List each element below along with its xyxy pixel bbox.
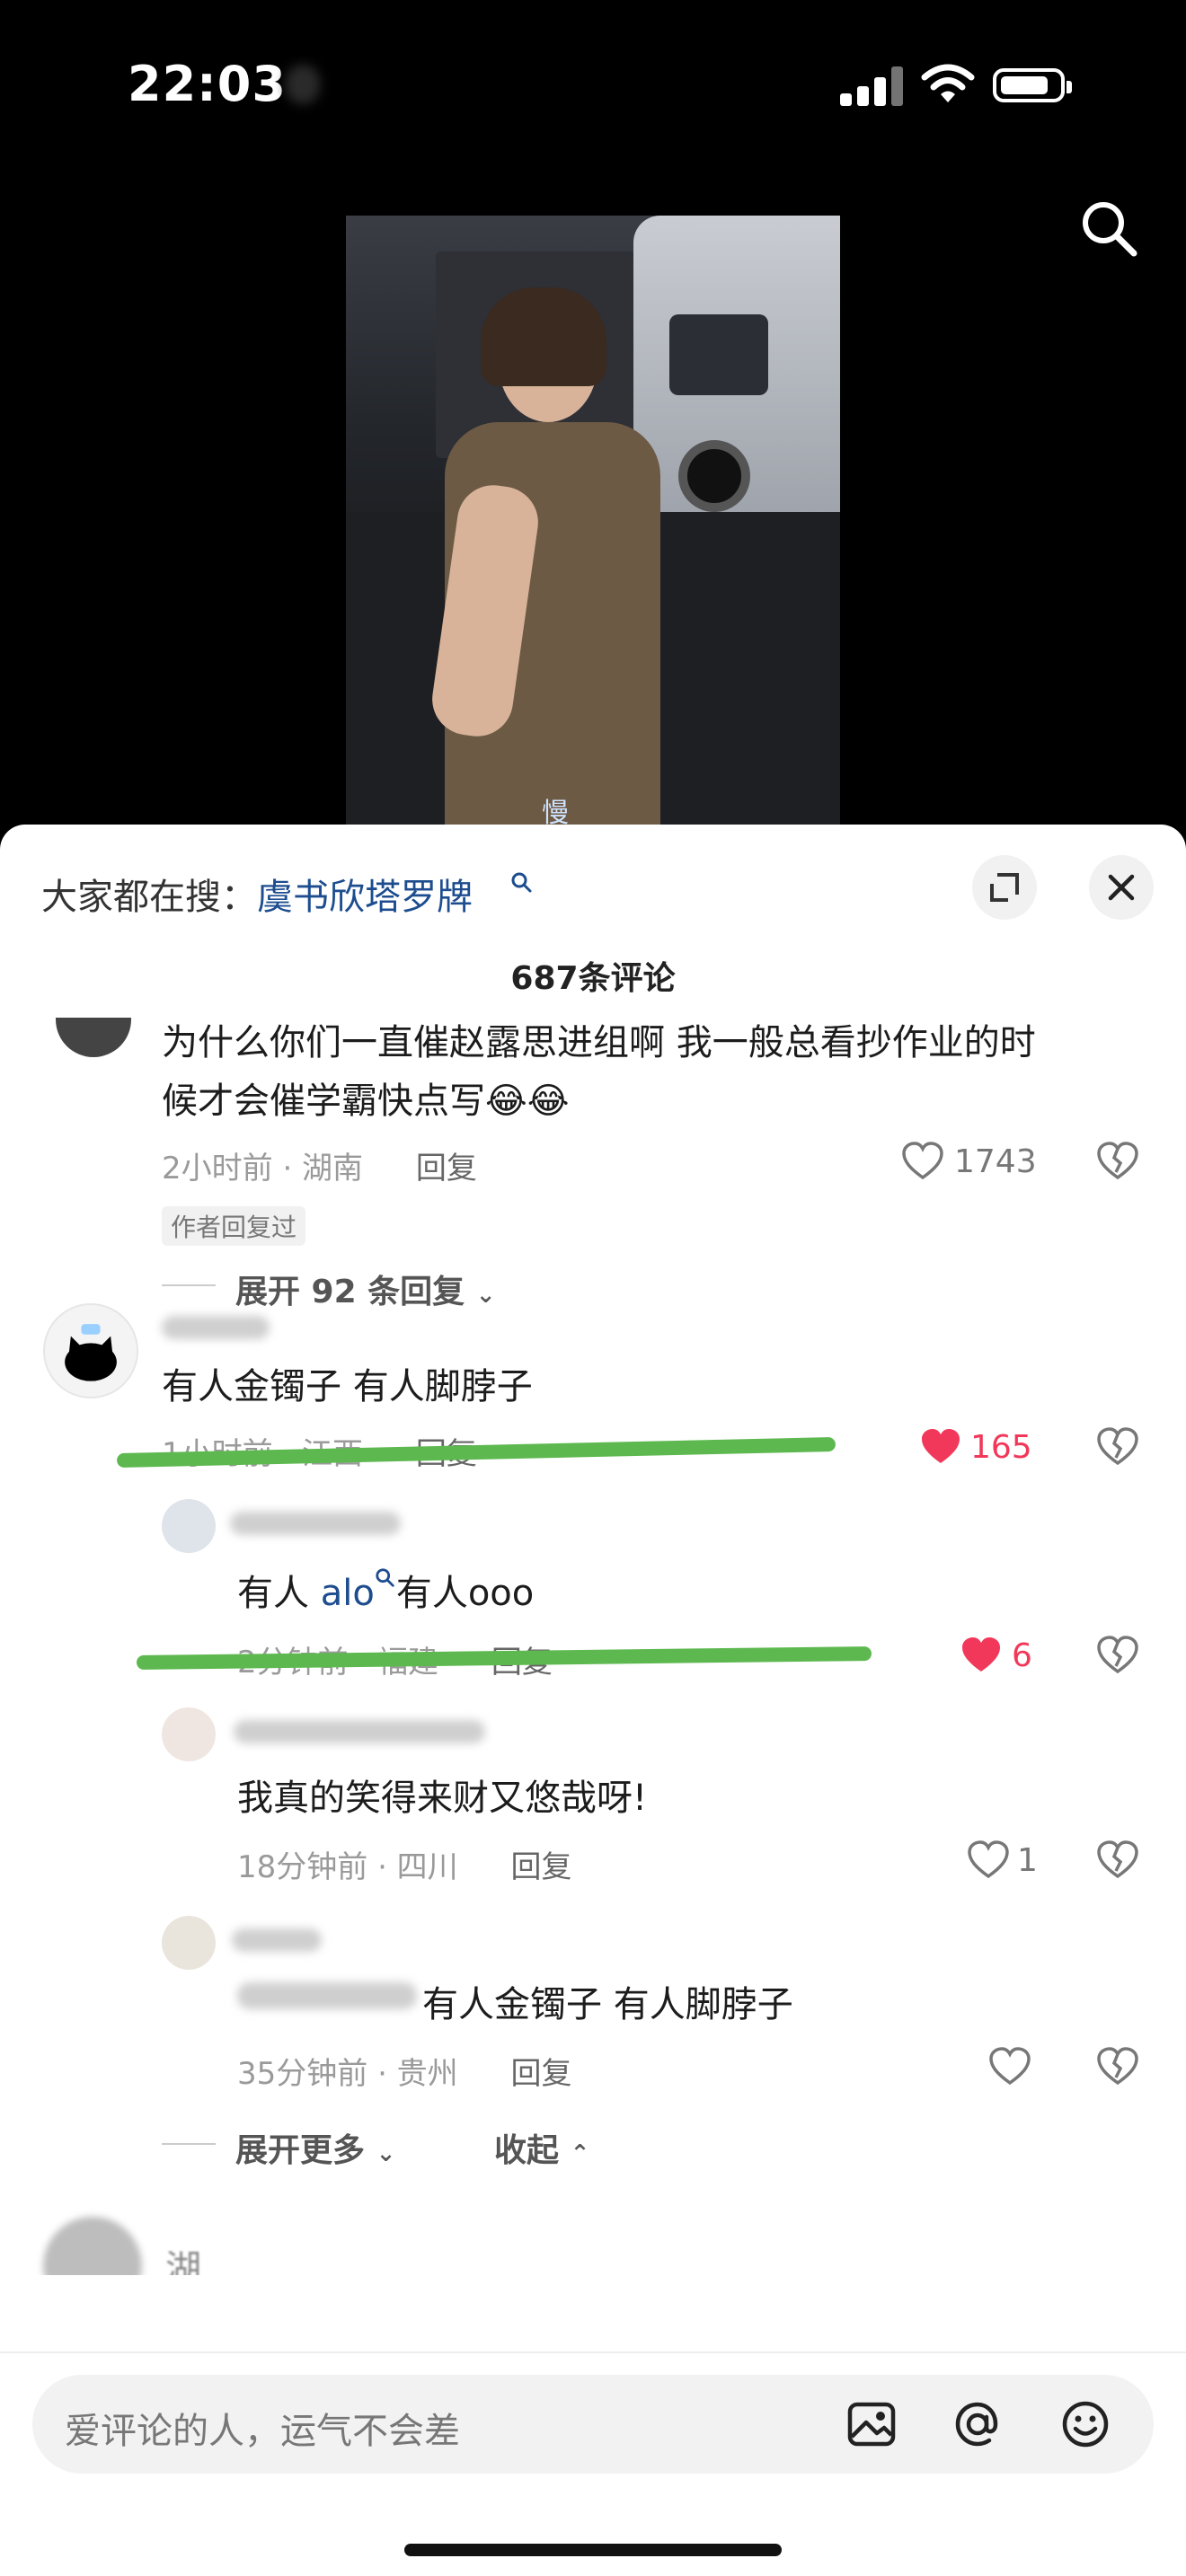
reply-time: 18分钟前 · 四川	[237, 1849, 458, 1885]
broken-heart-icon[interactable]	[1096, 1636, 1139, 1675]
broken-heart-icon[interactable]	[1096, 1840, 1139, 1880]
video-background-van	[633, 216, 840, 521]
video-person-hair	[481, 287, 606, 386]
avatar[interactable]	[43, 2217, 142, 2275]
status-bar: 22:03	[0, 0, 1186, 171]
reply-text: 我真的笑得来财又悠哉呀!	[237, 1778, 648, 1819]
expand-more-button[interactable]: 展开更多 ⌄	[235, 2124, 395, 2171]
comment-sheet: 大家都在搜：虞书欣塔罗牌 687条评论 为什么你们一直催赵露思进组啊 我一般总看…	[0, 825, 1186, 2576]
comment-count: 687条评论	[510, 960, 676, 997]
broken-heart-icon[interactable]	[1096, 2047, 1139, 2086]
blurred-username	[234, 1720, 485, 1743]
video-player[interactable]: 慢	[346, 216, 840, 826]
reply-button[interactable]: 回复	[511, 2056, 572, 2092]
expand-divider	[162, 1284, 216, 1286]
avatar[interactable]	[43, 1303, 138, 1398]
hot-search-term[interactable]: 虞书欣塔罗牌	[257, 877, 473, 918]
hot-search-prefix: 大家都在搜：	[41, 877, 257, 918]
wifi-icon	[921, 64, 975, 102]
heart-icon[interactable]	[967, 1840, 1010, 1880]
cat-avatar-icon	[65, 1324, 117, 1381]
reply-text-prefix: 有人	[237, 1573, 321, 1614]
reply-meta: 18分钟前 · 四川 回复	[237, 1842, 572, 1886]
comment-text: 有人金镯子 有人脚脖子	[162, 1366, 533, 1407]
blurred-username	[162, 1316, 270, 1339]
expand-replies-label: 展开 92 条回复	[235, 1274, 465, 1310]
reply-link[interactable]: alo	[321, 1573, 375, 1614]
comment-time: 2小时前 · 湖南	[162, 1151, 364, 1187]
input-divider	[0, 2351, 1186, 2353]
reply-time: 35分钟前 · 贵州	[237, 2056, 458, 2092]
blurred-username	[230, 1512, 401, 1535]
home-indicator	[404, 2544, 782, 2556]
like-count: 1	[1017, 1842, 1038, 1879]
close-icon	[1108, 874, 1135, 901]
reply-text: 有人 alo 有人ooo	[237, 1564, 534, 1616]
expand-replies-button[interactable]: 展开 92 条回复 ⌄	[235, 1266, 496, 1312]
blurred-username	[232, 1928, 322, 1952]
expand-divider	[162, 2143, 216, 2145]
chevron-down-icon: ⌄	[475, 1282, 496, 1309]
at-icon[interactable]	[952, 2399, 1003, 2449]
battery-icon	[993, 68, 1072, 102]
cellular-signal-icon	[840, 65, 903, 106]
fullscreen-button[interactable]	[972, 855, 1037, 920]
fullscreen-icon	[990, 873, 1019, 902]
avatar[interactable]	[56, 1018, 131, 1057]
chevron-up-icon: ⌃	[570, 2140, 590, 2167]
search-small-icon	[511, 872, 532, 893]
comment-list[interactable]: 为什么你们一直催赵露思进组啊 我一般总看抄作业的时 候才会催学霸快点写😂😂 2小…	[0, 1018, 1186, 2275]
heart-icon[interactable]	[919, 1427, 962, 1467]
avatar[interactable]	[162, 1499, 216, 1553]
comment-text: 候才会催学霸快点写😂😂	[162, 1081, 570, 1122]
blurred-mention	[237, 1982, 417, 2009]
reply-text: 有人金镯子 有人脚脖子	[422, 1984, 793, 2025]
status-time: 22:03	[128, 56, 287, 112]
broken-heart-icon[interactable]	[1096, 1427, 1139, 1467]
username-partial: 湖	[165, 2248, 201, 2275]
collapse-button[interactable]: 收起 ⌃	[494, 2124, 589, 2171]
hot-search-banner[interactable]: 大家都在搜：虞书欣塔罗牌	[41, 868, 473, 920]
search-icon[interactable]	[1076, 196, 1141, 260]
search-small-icon	[376, 1568, 394, 1587]
heart-icon[interactable]	[901, 1142, 944, 1181]
comment-text: 为什么你们一直催赵露思进组啊 我一般总看抄作业的时	[162, 1022, 1036, 1063]
comment-input[interactable]: 爱评论的人，运气不会差	[32, 2375, 1154, 2474]
reply-text-suffix: 有人ooo	[395, 1573, 535, 1614]
heart-icon[interactable]	[988, 2047, 1031, 2086]
broken-heart-icon[interactable]	[1096, 1142, 1139, 1181]
comment-input-placeholder: 爱评论的人，运气不会差	[65, 2411, 460, 2452]
avatar[interactable]	[162, 1916, 216, 1970]
reply-meta: 35分钟前 · 贵州 回复	[237, 2049, 572, 2093]
blurred-notification	[286, 65, 320, 104]
emoji-icon[interactable]	[1060, 2399, 1111, 2449]
video-caption-mark: 慢	[542, 798, 569, 826]
chevron-down-icon: ⌄	[376, 2140, 396, 2167]
reply-button[interactable]: 回复	[511, 1849, 572, 1885]
comment-meta: 2小时前 · 湖南 回复	[162, 1143, 477, 1187]
close-sheet-button[interactable]	[1089, 855, 1154, 920]
like-count: 165	[970, 1429, 1032, 1466]
collapse-label: 收起	[494, 2132, 560, 2169]
like-count: 1743	[954, 1143, 1037, 1180]
heart-icon[interactable]	[960, 1636, 1003, 1675]
author-replied-tag: 作者回复过	[162, 1206, 306, 1246]
reply-button[interactable]: 回复	[416, 1151, 477, 1187]
like-count: 6	[1012, 1637, 1032, 1674]
expand-more-label: 展开更多	[235, 2132, 366, 2169]
image-icon[interactable]	[846, 2399, 897, 2449]
avatar[interactable]	[162, 1707, 216, 1761]
